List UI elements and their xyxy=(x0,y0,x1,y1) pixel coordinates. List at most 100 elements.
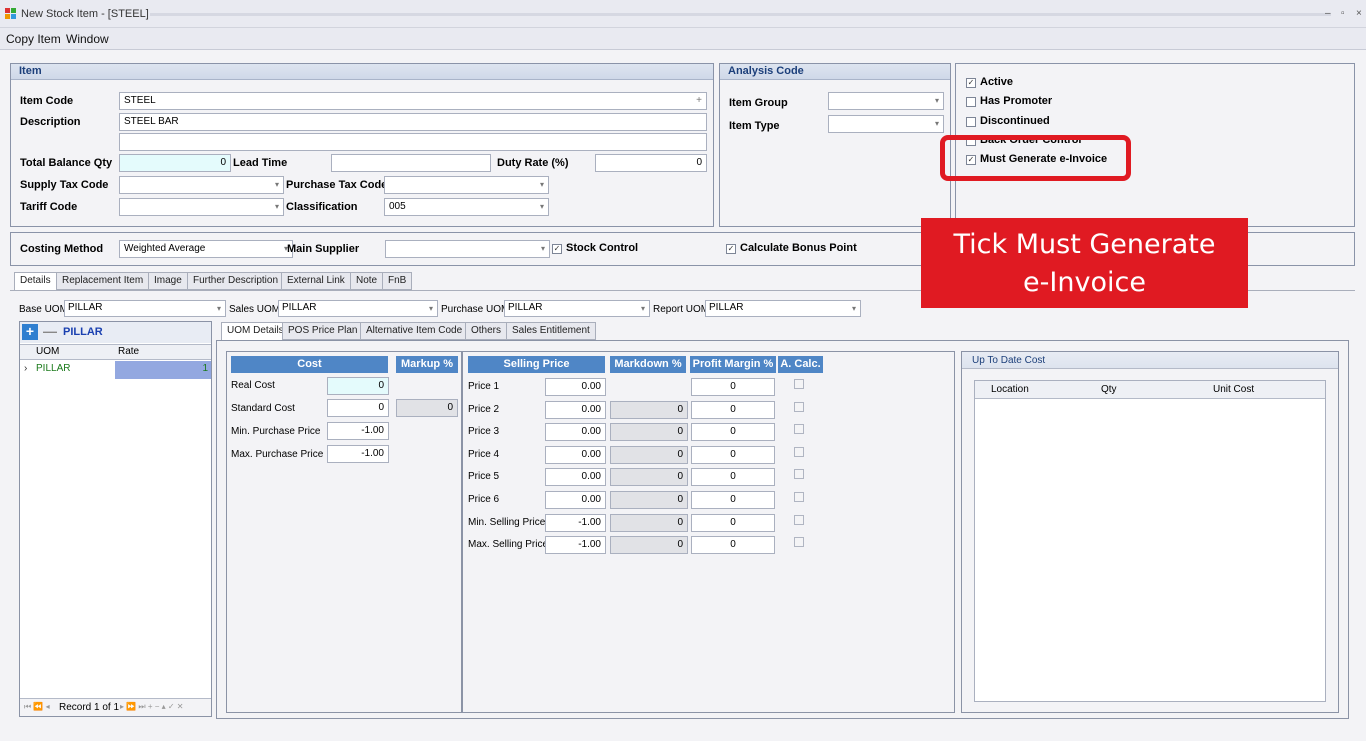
auto-calc-checkbox[interactable] xyxy=(794,401,804,412)
auto-calc-checkbox[interactable] xyxy=(794,537,804,548)
tab-external-link[interactable]: External Link xyxy=(281,272,351,290)
restore-button[interactable]: ▫ xyxy=(1341,8,1345,19)
selling-price-field[interactable]: 0.00 xyxy=(545,445,606,464)
active-checkbox[interactable]: ✓ xyxy=(966,78,976,88)
close-button[interactable]: × xyxy=(1356,8,1362,19)
markdown-field[interactable]: 0 xyxy=(610,423,688,442)
selling-price-field[interactable]: -1.00 xyxy=(545,513,606,532)
description-field[interactable]: STEEL BAR xyxy=(119,113,707,131)
record-navigator[interactable]: ⏮ ⏪ ◂ Record 1 of 1 ▸ ⏩ ⏭ + − ▴ ✓ ✕ xyxy=(20,698,211,716)
description-label: Description xyxy=(20,116,81,128)
tab-image[interactable]: Image xyxy=(148,272,188,290)
max-purchase-price-field[interactable]: -1.00 xyxy=(327,445,389,463)
tariff-code-select[interactable]: ▾ xyxy=(119,198,284,216)
real-cost-field[interactable]: 0 xyxy=(327,377,389,395)
auto-calc-checkbox[interactable] xyxy=(794,379,804,389)
selling-price-field[interactable]: 0.00 xyxy=(545,491,606,509)
calculate-bonus-checkbox[interactable]: ✓ xyxy=(726,244,736,254)
has-promoter-checkbox[interactable] xyxy=(966,97,976,107)
markdown-field[interactable]: 0 xyxy=(610,491,688,509)
selling-price-field[interactable]: 0.00 xyxy=(545,468,606,487)
total-balance-qty-label: Total Balance Qty xyxy=(20,157,113,169)
remove-uom-button[interactable]: — xyxy=(42,324,58,340)
item-code-label: Item Code xyxy=(20,95,74,107)
auto-calc-checkbox[interactable] xyxy=(794,424,804,435)
markdown-field[interactable]: 0 xyxy=(610,468,688,487)
profit-margin-field[interactable]: 0 xyxy=(691,423,775,442)
tab-sales-entitlement[interactable]: Sales Entitlement xyxy=(506,322,596,340)
discontinued-label: Discontinued xyxy=(980,115,1050,127)
nav-first-icon[interactable]: ⏮ ⏪ ◂ xyxy=(24,702,50,712)
auto-calc-checkbox[interactable] xyxy=(794,492,804,502)
profit-margin-field[interactable]: 0 xyxy=(691,400,775,419)
report-uom-select[interactable]: PILLAR ▾ xyxy=(705,300,861,317)
add-uom-button[interactable]: + xyxy=(22,324,38,340)
item-group-select[interactable]: ▾ xyxy=(828,92,944,110)
duty-rate-field[interactable]: 0 xyxy=(595,154,707,172)
profit-margin-field[interactable]: 0 xyxy=(691,491,775,509)
profit-margin-field[interactable]: 0 xyxy=(691,536,775,555)
plus-icon[interactable]: + xyxy=(696,95,702,106)
tab-further-description[interactable]: Further Description xyxy=(187,272,285,290)
discontinued-checkbox[interactable] xyxy=(966,117,976,127)
minimize-button[interactable]: – xyxy=(1325,8,1331,19)
item-code-field[interactable]: STEEL + xyxy=(119,92,707,110)
record-count: Record 1 of 1 xyxy=(59,702,120,713)
profit-margin-field[interactable]: 0 xyxy=(691,378,775,396)
standard-cost-field[interactable]: 0 xyxy=(327,399,389,417)
profit-margin-field[interactable]: 0 xyxy=(691,468,775,487)
selling-price-field[interactable]: 0.00 xyxy=(545,423,606,442)
has-promoter-label: Has Promoter xyxy=(980,95,1053,107)
dropdown-icon: ▾ xyxy=(539,180,544,189)
profit-margin-field[interactable]: 0 xyxy=(691,513,775,532)
markdown-field[interactable]: 0 xyxy=(610,513,688,532)
menu-window[interactable]: Window xyxy=(66,32,109,46)
total-balance-qty-field[interactable]: 0 xyxy=(119,154,231,172)
auto-calc-checkbox[interactable] xyxy=(794,514,804,525)
tab-note[interactable]: Note xyxy=(350,272,384,290)
profit-margin-field[interactable]: 0 xyxy=(691,445,775,464)
active-label: Active xyxy=(980,76,1014,88)
base-uom-select[interactable]: PILLAR ▾ xyxy=(64,300,226,317)
costing-method-select[interactable]: Weighted Average ▾ xyxy=(119,240,293,258)
min-purchase-price-field[interactable]: -1.00 xyxy=(327,422,389,440)
tab-alternative-item-code[interactable]: Alternative Item Code xyxy=(360,322,469,340)
duty-rate-label: Duty Rate (%) xyxy=(497,157,569,169)
purchase-uom-select[interactable]: PILLAR ▾ xyxy=(504,300,650,317)
supply-tax-code-select[interactable]: ▾ xyxy=(119,176,284,194)
classification-label: Classification xyxy=(286,201,358,213)
classification-select[interactable]: 005 ▾ xyxy=(384,198,549,216)
tab-others[interactable]: Others xyxy=(465,322,508,340)
auto-calc-checkbox[interactable] xyxy=(794,446,804,457)
uom-cell[interactable]: PILLAR xyxy=(36,363,70,374)
nav-next-icon[interactable]: ▸ ⏩ ⏭ + − ▴ ✓ ✕ xyxy=(120,702,184,712)
markdown-field[interactable]: 0 xyxy=(610,536,688,555)
markdown-field[interactable]: 0 xyxy=(610,445,688,464)
lead-time-field[interactable] xyxy=(331,154,491,172)
rate-cell[interactable]: 1 xyxy=(115,361,211,379)
tab-details[interactable]: Details xyxy=(14,272,57,291)
selling-price-field[interactable]: -1.00 xyxy=(545,536,606,555)
selling-price-field[interactable]: 0.00 xyxy=(545,400,606,419)
unit-cost-column-header: Unit Cost xyxy=(1213,384,1255,395)
item-type-select[interactable]: ▾ xyxy=(828,115,944,133)
menu-copy-item[interactable]: Copy Item xyxy=(6,32,61,46)
uom-list-panel: + — PILLAR UOM Rate › PILLAR 1 ⏮ ⏪ ◂ Rec… xyxy=(19,321,212,717)
main-supplier-label: Main Supplier xyxy=(287,243,360,255)
tab-uom-details[interactable]: UOM Details xyxy=(221,322,290,341)
tab-fnb[interactable]: FnB xyxy=(382,272,413,290)
dropdown-icon: ▾ xyxy=(274,180,279,189)
markup-header: Markup % xyxy=(396,356,458,373)
description-field-2[interactable] xyxy=(119,133,707,151)
markdown-field[interactable]: 0 xyxy=(610,400,688,419)
main-supplier-select[interactable]: ▾ xyxy=(385,240,550,258)
tab-pos-price-plan[interactable]: POS Price Plan xyxy=(282,322,364,340)
stock-control-checkbox[interactable]: ✓ xyxy=(552,244,562,254)
tab-replacement-item[interactable]: Replacement Item xyxy=(56,272,150,290)
standard-cost-markup-field[interactable]: 0 xyxy=(396,399,458,417)
sales-uom-select[interactable]: PILLAR ▾ xyxy=(278,300,438,317)
item-type-label: Item Type xyxy=(729,120,780,132)
purchase-tax-code-select[interactable]: ▾ xyxy=(384,176,549,194)
selling-price-field[interactable]: 0.00 xyxy=(545,378,606,396)
auto-calc-checkbox[interactable] xyxy=(794,469,804,480)
